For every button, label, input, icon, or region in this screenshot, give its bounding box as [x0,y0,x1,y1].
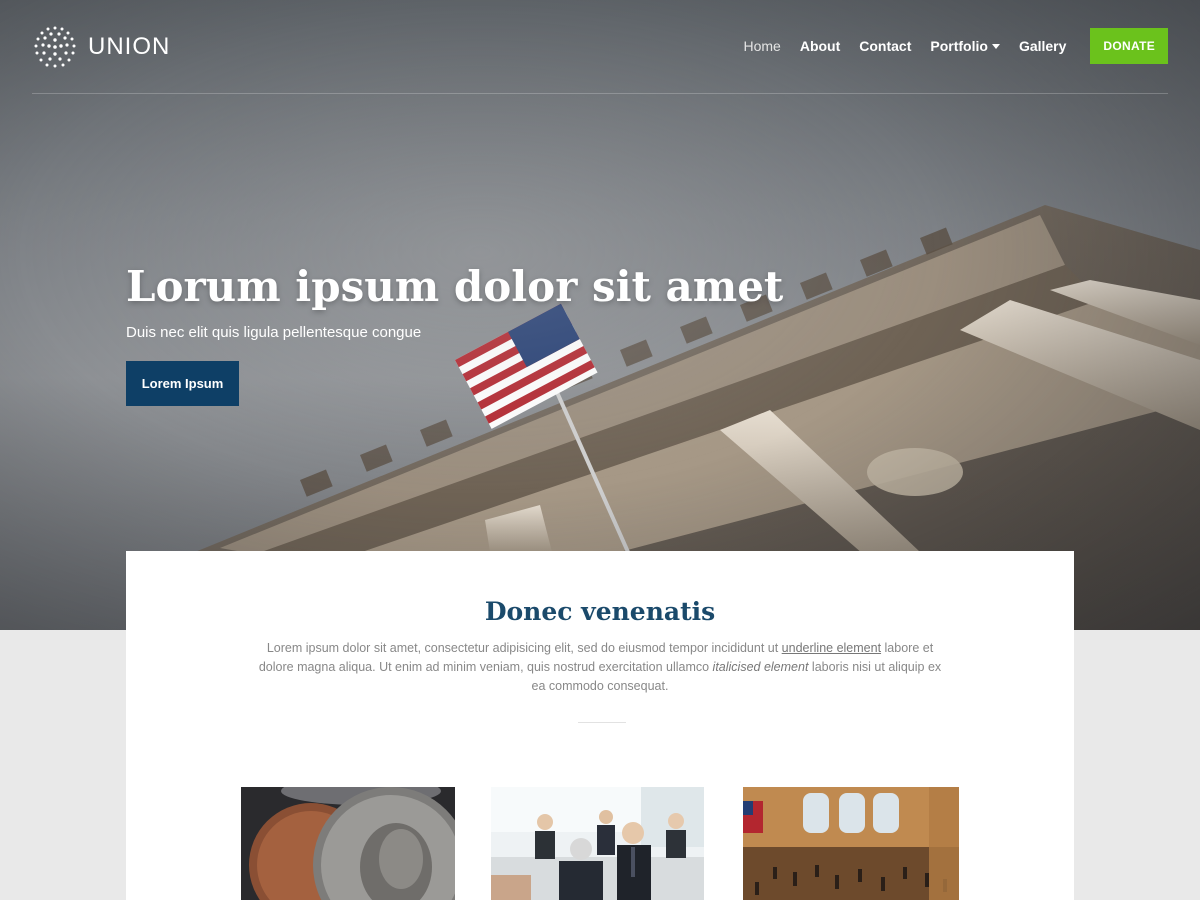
underline-link[interactable]: underline element [782,641,881,655]
hero-subtitle: Duis nec elit quis ligula pellentesque c… [126,324,422,341]
main-nav: Home About Contact Portfolio Gallery DON… [724,28,1168,64]
section-title: Donec venenatis [484,597,716,626]
hero-overlay [0,0,1200,630]
section-text: Lorem ipsum dolor sit amet, consectetur … [252,639,948,696]
intro-card: Donec venenatis Lorem ipsum dolor sit am… [126,551,1074,900]
nav-item-home[interactable]: Home [743,38,780,54]
hero-banner [0,0,1200,630]
nav-item-portfolio-label: Portfolio [930,38,988,54]
brand-logo[interactable]: UNION [32,24,170,70]
italic-text: italicised element [712,660,809,674]
thumbnail-coins[interactable] [241,787,455,900]
hero-title: Lorum ipsum dolor sit amet [126,262,784,311]
nav-divider [32,93,1168,94]
dotted-globe-icon [34,26,76,68]
donate-button[interactable]: DONATE [1090,28,1168,64]
coins-image [241,787,455,900]
nav-item-gallery[interactable]: Gallery [1019,38,1066,54]
section-text-part-1: Lorem ipsum dolor sit amet, consectetur … [266,641,782,655]
brand-name: UNION [88,33,171,60]
nav-item-portfolio[interactable]: Portfolio [930,38,1000,54]
thumbnail-meeting[interactable] [491,787,704,900]
nav-item-about[interactable]: About [800,38,840,54]
chevron-down-icon [991,43,1000,49]
hero-cta-button[interactable]: Lorem Ipsum [126,361,239,406]
meeting-image [491,787,704,900]
nav-item-contact[interactable]: Contact [859,38,911,54]
thumbnail-station[interactable] [743,787,959,900]
station-image [743,787,959,900]
section-divider [578,722,626,723]
